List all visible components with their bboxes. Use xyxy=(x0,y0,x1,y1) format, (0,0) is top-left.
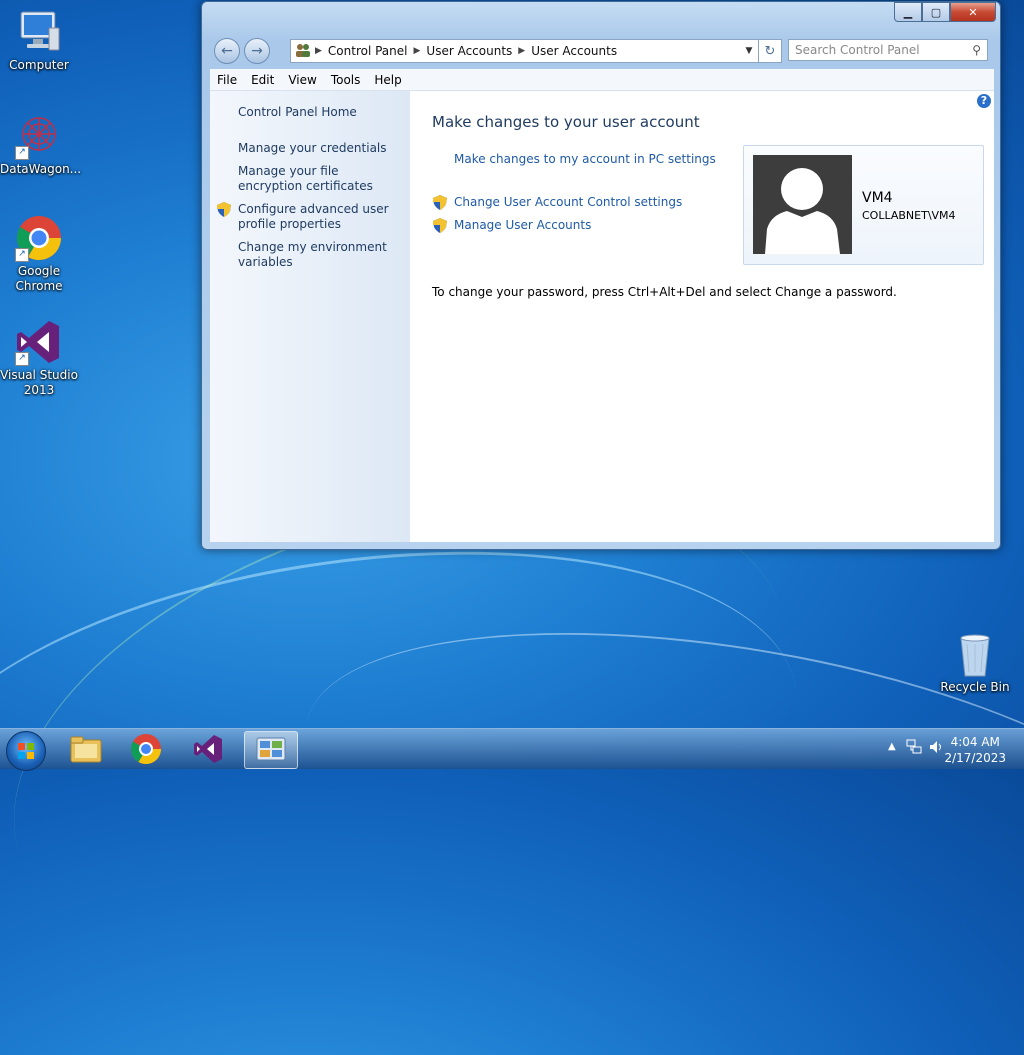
show-hidden-icons-button[interactable]: ▲ xyxy=(888,741,896,752)
visual-studio-icon: ↗ xyxy=(15,318,63,366)
control-panel-window[interactable]: ▁ ▢ ✕ ← → ▶ Control Panel ▶ User Account… xyxy=(201,1,1001,550)
taskbar-control-panel-button[interactable] xyxy=(244,731,298,769)
search-icon: ⚲ xyxy=(972,43,981,57)
caption-buttons: ▁ ▢ ✕ xyxy=(894,2,996,22)
shortcut-arrow-icon: ↗ xyxy=(15,146,29,160)
system-tray: ▲ 4:04 AM 2/17/2023 xyxy=(884,729,1024,769)
minimize-icon: ▁ xyxy=(903,5,913,19)
user-domain: COLLABNET\VM4 xyxy=(862,209,956,222)
avatar[interactable] xyxy=(753,155,852,254)
desktop-icon-datawagon[interactable]: ↗ DataWagon... xyxy=(0,112,82,177)
datawagon-icon: ↗ xyxy=(15,112,63,160)
menu-help[interactable]: Help xyxy=(367,73,408,87)
maximize-icon: ▢ xyxy=(930,5,942,19)
password-info: To change your password, press Ctrl+Alt+… xyxy=(432,285,897,299)
maximize-button[interactable]: ▢ xyxy=(922,2,950,22)
menu-file[interactable]: File xyxy=(210,73,244,87)
user-name: VM4 xyxy=(862,190,893,206)
volume-icon[interactable] xyxy=(928,739,944,758)
desktop-icon-computer[interactable]: Computer xyxy=(0,8,78,73)
taskbar-chrome-button[interactable] xyxy=(120,731,172,767)
chrome-icon xyxy=(130,734,161,765)
pc-settings-link[interactable]: Make changes to my account in PC setting… xyxy=(454,152,716,166)
clock[interactable]: 4:04 AM 2/17/2023 xyxy=(944,734,1006,766)
breadcrumb-user-accounts[interactable]: User Accounts xyxy=(420,44,518,58)
close-button[interactable]: ✕ xyxy=(950,2,996,22)
shield-icon xyxy=(433,218,447,233)
shortcut-arrow-icon: ↗ xyxy=(15,248,29,262)
search-placeholder: Search Control Panel xyxy=(795,43,920,57)
desktop-icon-label: Google Chrome xyxy=(15,264,63,293)
start-button[interactable] xyxy=(6,731,46,771)
address-bar[interactable]: ▶ Control Panel ▶ User Accounts ▶ User A… xyxy=(290,39,782,63)
taskbar-explorer-button[interactable] xyxy=(60,731,112,767)
shortcut-arrow-icon: ↗ xyxy=(15,352,29,366)
recycle-bin-icon xyxy=(951,630,999,678)
users-icon xyxy=(291,43,315,60)
shield-icon xyxy=(433,195,447,210)
menu-edit[interactable]: Edit xyxy=(244,73,281,87)
main-content: ? Make changes to your user account Make… xyxy=(410,91,994,542)
computer-icon xyxy=(15,8,63,56)
control-panel-home-link[interactable]: Control Panel Home xyxy=(238,105,403,120)
manage-user-accounts-link[interactable]: Manage User Accounts xyxy=(454,218,591,232)
chrome-icon: ↗ xyxy=(15,214,63,262)
search-input[interactable]: Search Control Panel ⚲ xyxy=(788,39,988,61)
user-card: VM4 COLLABNET\VM4 xyxy=(743,145,984,265)
taskbar: ▲ 4:04 AM 2/17/2023 xyxy=(0,728,1024,771)
breadcrumb-separator-icon: ▶ xyxy=(518,46,526,56)
windows-logo-icon xyxy=(18,743,34,759)
breadcrumb-control-panel[interactable]: Control Panel xyxy=(322,44,414,58)
control-panel-icon xyxy=(256,737,286,761)
close-icon: ✕ xyxy=(968,5,978,19)
advanced-profile-link[interactable]: Configure advanced user profile properti… xyxy=(238,202,403,232)
menu-view[interactable]: View xyxy=(281,73,323,87)
menu-bar: File Edit View Tools Help xyxy=(210,69,994,91)
desktop-icon-label: Recycle Bin xyxy=(940,680,1010,694)
back-button[interactable]: ← xyxy=(214,38,240,64)
refresh-icon: ↻ xyxy=(764,43,776,59)
task-pane: Control Panel Home Manage your credentia… xyxy=(210,91,410,542)
taskbar-visual-studio-button[interactable] xyxy=(182,731,234,767)
clock-date: 2/17/2023 xyxy=(944,751,1006,765)
desktop-icon-visual-studio[interactable]: ↗ Visual Studio 2013 xyxy=(0,318,78,398)
forward-button[interactable]: → xyxy=(244,38,270,64)
clock-time: 4:04 AM xyxy=(950,735,1000,749)
desktop-icon-recycle-bin[interactable]: Recycle Bin xyxy=(936,630,1014,695)
file-encryption-link[interactable]: Manage your file encryption certificates xyxy=(238,164,403,194)
refresh-button[interactable]: ↻ xyxy=(758,40,781,62)
shield-icon xyxy=(217,202,231,217)
arrow-right-icon: → xyxy=(251,43,263,59)
minimize-button[interactable]: ▁ xyxy=(894,2,922,22)
breadcrumb-separator-icon: ▶ xyxy=(315,46,322,56)
folder-icon xyxy=(70,736,102,763)
breadcrumb-separator-icon: ▶ xyxy=(413,46,421,56)
navigation-bar: ← → ▶ Control Panel ▶ User Accounts ▶ Us… xyxy=(212,36,990,64)
manage-credentials-link[interactable]: Manage your credentials xyxy=(238,141,403,156)
menu-tools[interactable]: Tools xyxy=(324,73,368,87)
visual-studio-icon xyxy=(194,735,222,763)
desktop-icon-chrome[interactable]: ↗ Google Chrome xyxy=(0,214,78,294)
arrow-left-icon: ← xyxy=(221,43,233,59)
desktop-icon-label: Visual Studio 2013 xyxy=(0,368,78,397)
environment-variables-link[interactable]: Change my environment variables xyxy=(238,240,403,270)
desktop-icon-label: Computer xyxy=(9,58,69,72)
network-icon[interactable] xyxy=(906,739,922,758)
desktop-icon-label: DataWagon... xyxy=(0,162,82,176)
breadcrumb-user-accounts-current[interactable]: User Accounts xyxy=(525,44,623,58)
chevron-down-icon[interactable]: ▼ xyxy=(741,40,757,62)
page-title: Make changes to your user account xyxy=(432,113,700,131)
help-icon[interactable]: ? xyxy=(977,94,991,108)
uac-settings-link[interactable]: Change User Account Control settings xyxy=(454,195,682,209)
